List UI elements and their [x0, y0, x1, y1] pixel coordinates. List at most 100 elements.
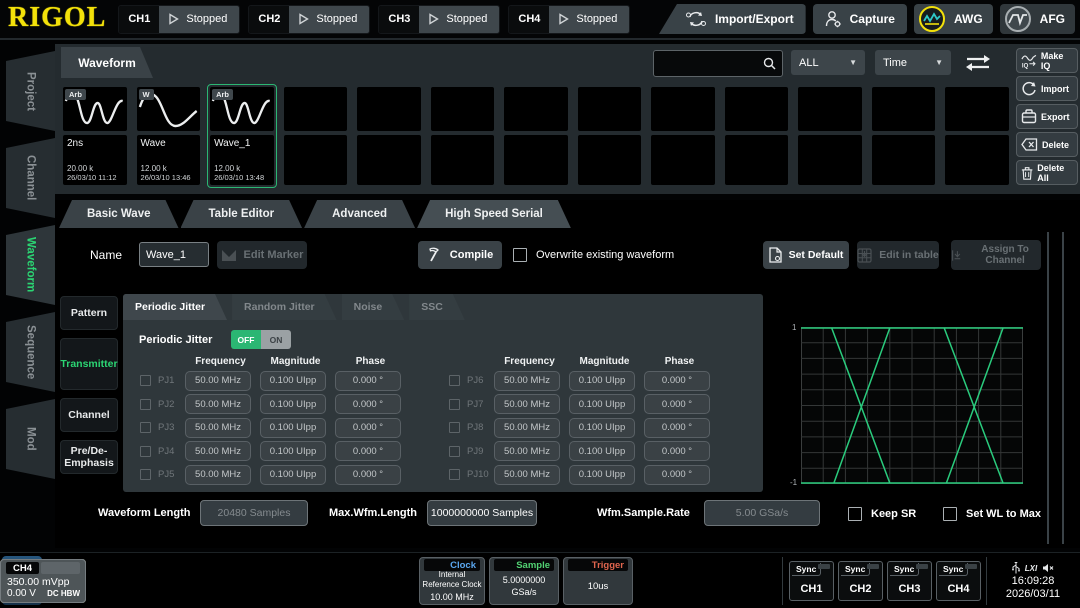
- pj-magnitude-field[interactable]: 0.100 UIpp: [260, 441, 326, 461]
- pj-frequency-field[interactable]: 50.00 MHz: [185, 371, 251, 391]
- sidebar-tab[interactable]: Sequence: [6, 312, 55, 392]
- pj-magnitude-field[interactable]: 0.100 UIpp: [569, 394, 635, 414]
- periodic-jitter-switch[interactable]: OFF ON: [231, 330, 291, 349]
- channel-status-tile[interactable]: CH4 350.00 mVpp 0.00 V DC HBW: [0, 559, 86, 603]
- sidebar-tab[interactable]: Channel: [6, 138, 55, 218]
- pj-phase-field[interactable]: 0.000 °: [335, 441, 401, 461]
- editor-tab[interactable]: Advanced: [304, 200, 415, 228]
- pj-frequency-field[interactable]: 50.00 MHz: [494, 418, 560, 438]
- pj-phase-field[interactable]: 0.000 °: [335, 465, 401, 485]
- clock-tile[interactable]: Clock Internal Reference Clock 10.00 MHz: [419, 557, 485, 605]
- pj-magnitude-field[interactable]: 0.100 UIpp: [569, 418, 635, 438]
- jitter-tab[interactable]: Periodic Jitter: [123, 294, 227, 320]
- sync-output-tile[interactable]: Sync CH3: [887, 561, 932, 601]
- pj-frequency-field[interactable]: 50.00 MHz: [494, 371, 560, 391]
- set-default-button[interactable]: Set Default: [763, 241, 849, 269]
- import-export-button[interactable]: Import/Export: [659, 4, 806, 34]
- pj-magnitude-field[interactable]: 0.100 UIpp: [260, 394, 326, 414]
- editor-tab[interactable]: Table Editor: [181, 200, 303, 228]
- pj-phase-field[interactable]: 0.000 °: [644, 441, 710, 461]
- pj-frequency-field[interactable]: 50.00 MHz: [185, 465, 251, 485]
- keep-sr-checkbox[interactable]: [848, 507, 862, 521]
- pj-enable-checkbox[interactable]: [449, 469, 460, 480]
- waveform-card[interactable]: W Wave 12.00 k 26/03/10 13:46: [134, 84, 204, 188]
- pj-magnitude-field[interactable]: 0.100 UIpp: [260, 371, 326, 391]
- pj-frequency-field[interactable]: 50.00 MHz: [185, 394, 251, 414]
- sync-output-tile[interactable]: Sync CH4: [936, 561, 981, 601]
- pj-frequency-field[interactable]: 50.00 MHz: [494, 394, 560, 414]
- pj-phase-field[interactable]: 0.000 °: [335, 394, 401, 414]
- pj-magnitude-field[interactable]: 0.100 UIpp: [260, 418, 326, 438]
- hss-section-button[interactable]: Pre/De-Emphasis: [60, 440, 118, 474]
- pj-enable-checkbox[interactable]: [449, 422, 460, 433]
- sync-output-tile[interactable]: Sync CH2: [838, 561, 883, 601]
- awg-mode-button[interactable]: AWG: [914, 4, 993, 34]
- waveform-card[interactable]: [942, 84, 1012, 188]
- pj-frequency-field[interactable]: 50.00 MHz: [494, 441, 560, 461]
- pj-magnitude-field[interactable]: 0.100 UIpp: [569, 371, 635, 391]
- pj-frequency-field[interactable]: 50.00 MHz: [494, 465, 560, 485]
- channel-run-button[interactable]: Stopped: [159, 6, 239, 33]
- delete-button[interactable]: Delete: [1016, 132, 1078, 157]
- make-iq-button[interactable]: IQ Make IQ: [1016, 48, 1078, 73]
- editor-tab[interactable]: High Speed Serial: [417, 200, 571, 228]
- delete-all-button[interactable]: Delete All: [1016, 160, 1078, 185]
- sort-order-toggle[interactable]: [960, 50, 996, 76]
- channel-run-control[interactable]: CH4 Stopped: [508, 5, 630, 34]
- channel-run-button[interactable]: Stopped: [289, 6, 369, 33]
- name-input[interactable]: [139, 242, 209, 267]
- pj-phase-field[interactable]: 0.000 °: [644, 371, 710, 391]
- pj-phase-field[interactable]: 0.000 °: [335, 418, 401, 438]
- pj-enable-checkbox[interactable]: [140, 422, 151, 433]
- hss-section-button[interactable]: Channel: [60, 398, 118, 432]
- wfm-sample-rate-field[interactable]: 5.00 GSa/s: [704, 500, 820, 526]
- trigger-tile[interactable]: Trigger 10us: [563, 557, 633, 605]
- filter-type-dropdown[interactable]: ALL ▼: [791, 50, 865, 75]
- jitter-tab[interactable]: Random Jitter: [232, 294, 337, 320]
- waveform-card[interactable]: [428, 84, 498, 188]
- pj-enable-checkbox[interactable]: [449, 446, 460, 457]
- overwrite-checkbox[interactable]: [513, 248, 527, 262]
- pj-frequency-field[interactable]: 50.00 MHz: [185, 441, 251, 461]
- pj-phase-field[interactable]: 0.000 °: [335, 371, 401, 391]
- export-button[interactable]: Export: [1016, 104, 1078, 129]
- waveform-card[interactable]: [575, 84, 645, 188]
- pj-magnitude-field[interactable]: 0.100 UIpp: [260, 465, 326, 485]
- jitter-tab[interactable]: SSC: [409, 294, 465, 320]
- waveform-card[interactable]: Arb Wave_1 12.00 k 26/03/10 13:48: [207, 84, 277, 188]
- hss-section-button[interactable]: Transmitter: [60, 338, 118, 390]
- channel-run-control[interactable]: CH2 Stopped: [248, 5, 370, 34]
- channel-run-control[interactable]: CH1 Stopped: [118, 5, 240, 34]
- editor-tab[interactable]: Basic Wave: [59, 200, 179, 228]
- sidebar-tab[interactable]: Project: [6, 51, 55, 131]
- waveform-card[interactable]: Arb 2ns 20.00 k 26/03/10 11:12: [60, 84, 130, 188]
- capture-button[interactable]: Capture: [813, 4, 907, 34]
- max-wfm-length-field[interactable]: 1000000000 Samples: [427, 500, 537, 526]
- afg-mode-button[interactable]: AFG: [1000, 4, 1075, 34]
- hss-section-button[interactable]: Pattern: [60, 296, 118, 330]
- waveform-card[interactable]: [501, 84, 571, 188]
- pj-frequency-field[interactable]: 50.00 MHz: [185, 418, 251, 438]
- switch-on[interactable]: ON: [261, 330, 291, 349]
- sidebar-tab[interactable]: Mod: [6, 399, 55, 479]
- pj-phase-field[interactable]: 0.000 °: [644, 394, 710, 414]
- edit-in-table-button[interactable]: Edit in table: [857, 241, 939, 269]
- pj-enable-checkbox[interactable]: [449, 375, 460, 386]
- pj-enable-checkbox[interactable]: [140, 375, 151, 386]
- sidebar-tab[interactable]: Waveform: [6, 225, 55, 305]
- waveform-card[interactable]: [869, 84, 939, 188]
- waveform-card[interactable]: [722, 84, 792, 188]
- waveform-card[interactable]: [281, 84, 351, 188]
- compile-button[interactable]: Compile: [418, 241, 502, 269]
- search-input[interactable]: [654, 58, 763, 70]
- switch-off[interactable]: OFF: [231, 330, 261, 349]
- pj-magnitude-field[interactable]: 0.100 UIpp: [569, 465, 635, 485]
- waveform-browser-tab[interactable]: Waveform: [61, 47, 153, 78]
- sample-tile[interactable]: Sample 5.0000000 GSa/s: [489, 557, 559, 605]
- overwrite-option[interactable]: Overwrite existing waveform: [513, 248, 674, 262]
- sort-dropdown[interactable]: Time ▼: [875, 50, 951, 75]
- edit-marker-button[interactable]: Edit Marker: [217, 241, 307, 269]
- channel-run-button[interactable]: Stopped: [549, 6, 629, 33]
- waveform-card[interactable]: [648, 84, 718, 188]
- pj-enable-checkbox[interactable]: [140, 469, 151, 480]
